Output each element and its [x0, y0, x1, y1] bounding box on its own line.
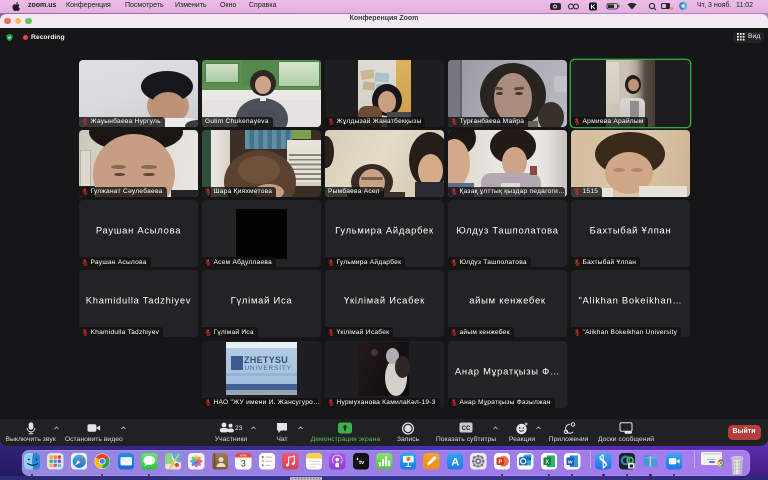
svg-text:НОЯБ: НОЯБ: [240, 456, 247, 458]
svg-text:23: 23: [235, 425, 243, 432]
svg-text:K: K: [591, 4, 596, 11]
svg-text:W: W: [568, 460, 573, 466]
svg-text:X: X: [545, 460, 549, 466]
svg-text:tv: tv: [359, 460, 365, 466]
svg-text:A: A: [451, 456, 459, 468]
svg-text:CC: CC: [462, 426, 471, 432]
svg-text:3: 3: [241, 459, 246, 469]
svg-text:P: P: [498, 460, 502, 466]
